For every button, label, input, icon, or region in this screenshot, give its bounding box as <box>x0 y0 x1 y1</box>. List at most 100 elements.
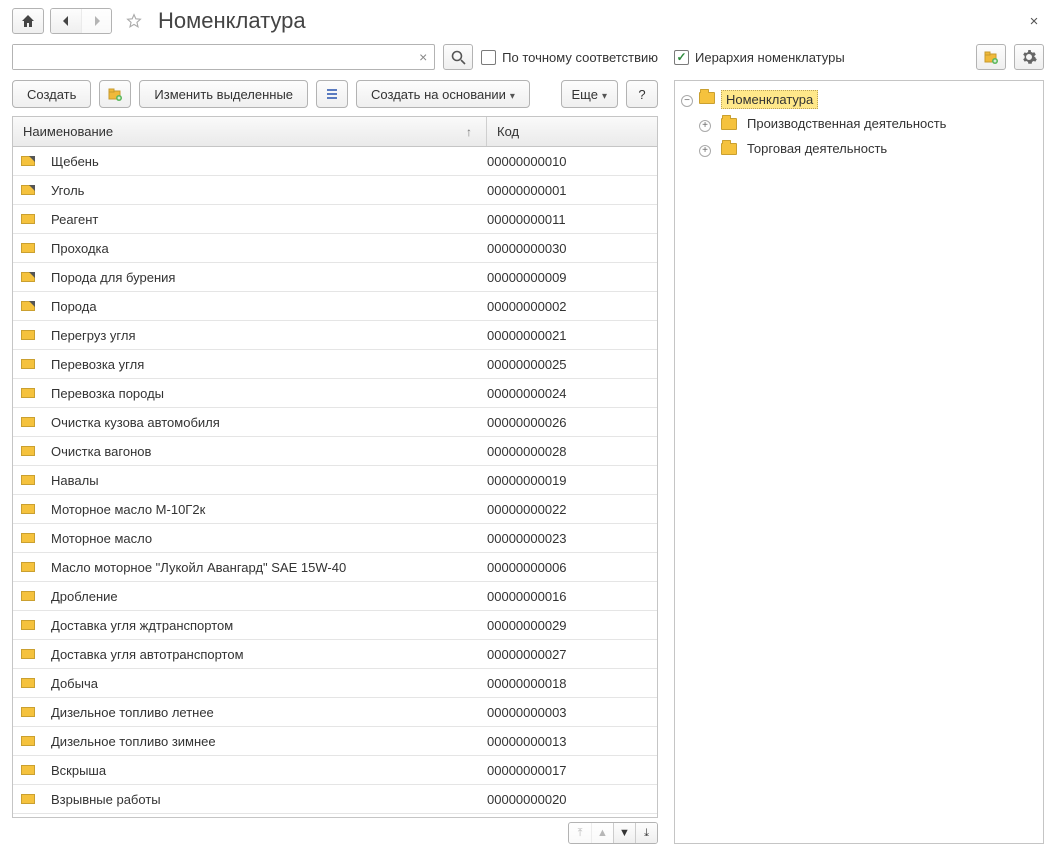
table-row[interactable]: Моторное масло М-10Г2к00000000022 <box>13 495 657 524</box>
table-row[interactable]: Проходка00000000030 <box>13 234 657 263</box>
tree-node-child[interactable]: Производственная деятельность <box>679 111 952 136</box>
expand-icon[interactable] <box>699 145 711 157</box>
arrow-left-icon <box>58 13 74 29</box>
list-mode-button[interactable] <box>316 80 348 108</box>
item-icon <box>21 272 35 282</box>
table-row[interactable]: Вскрыша00000000017 <box>13 756 657 785</box>
favorite-button[interactable] <box>122 9 146 33</box>
table-row[interactable]: Взрывные работы00000000020 <box>13 785 657 814</box>
create-folder-button[interactable] <box>99 80 131 108</box>
table-row[interactable]: Очистка вагонов00000000028 <box>13 437 657 466</box>
create-button[interactable]: Создать <box>12 80 91 108</box>
col-header-name[interactable]: Наименование ↑ <box>13 117 487 146</box>
item-icon <box>21 156 35 166</box>
create-label: Создать <box>27 87 76 102</box>
edit-selected-button[interactable]: Изменить выделенные <box>139 80 308 108</box>
row-name: Доставка угля автотранспортом <box>43 647 487 662</box>
table-row[interactable]: Дизельное топливо летнее00000000003 <box>13 698 657 727</box>
row-code: 00000000011 <box>487 212 657 227</box>
table-row[interactable]: Навалы00000000019 <box>13 466 657 495</box>
row-code: 00000000028 <box>487 444 657 459</box>
col-header-code[interactable]: Код <box>487 117 657 146</box>
row-name: Дробление <box>43 589 487 604</box>
table-row[interactable]: Щебень00000000010 <box>13 147 657 176</box>
search-button[interactable] <box>443 44 473 70</box>
sort-indicator-icon: ↑ <box>466 125 476 139</box>
item-icon <box>21 794 35 804</box>
collapse-icon[interactable] <box>681 95 693 107</box>
row-name: Навалы <box>43 473 487 488</box>
table-row[interactable]: Порода для бурения00000000009 <box>13 263 657 292</box>
edit-selected-label: Изменить выделенные <box>154 87 293 102</box>
row-name: Моторное масло <box>43 531 487 546</box>
row-name: Моторное масло М-10Г2к <box>43 502 487 517</box>
item-icon <box>21 562 35 572</box>
exact-match-checkbox[interactable]: По точному соответствию <box>481 50 658 65</box>
folder-icon <box>721 143 737 155</box>
row-name: Очистка кузова автомобиля <box>43 415 487 430</box>
table-row[interactable]: Масло моторное "Лукойл Авангард" SAE 15W… <box>13 553 657 582</box>
hierarchy-checkbox[interactable]: Иерархия номенклатуры <box>674 50 845 65</box>
scroll-down-button[interactable]: ▼ <box>613 823 635 843</box>
forward-button <box>81 9 111 33</box>
table-row[interactable]: Перевозка угля00000000025 <box>13 350 657 379</box>
row-code: 00000000023 <box>487 531 657 546</box>
table-row[interactable]: Порода00000000002 <box>13 292 657 321</box>
tree-node-child[interactable]: Торговая деятельность <box>679 136 952 161</box>
tree-node-root[interactable]: Номенклатура <box>679 87 952 111</box>
row-code: 00000000006 <box>487 560 657 575</box>
tree-root-label[interactable]: Номенклатура <box>721 90 818 109</box>
item-icon <box>21 736 35 746</box>
row-code: 00000000026 <box>487 415 657 430</box>
search-input[interactable] <box>13 45 412 69</box>
table-row[interactable]: Перевозка породы00000000024 <box>13 379 657 408</box>
item-icon <box>21 330 35 340</box>
home-button[interactable] <box>12 8 44 34</box>
table-row[interactable]: Добыча00000000018 <box>13 669 657 698</box>
clear-search-button[interactable]: × <box>412 49 434 65</box>
row-code: 00000000027 <box>487 647 657 662</box>
page-title: Номенклатура <box>158 8 1018 34</box>
table-row[interactable]: Доставка угля ждтранспортом00000000029 <box>13 611 657 640</box>
row-name: Проходка <box>43 241 487 256</box>
row-code: 00000000021 <box>487 328 657 343</box>
row-code: 00000000029 <box>487 618 657 633</box>
item-icon <box>21 678 35 688</box>
settings-button[interactable] <box>1014 44 1044 70</box>
new-tree-folder-button[interactable] <box>976 44 1006 70</box>
row-name: Порода для бурения <box>43 270 487 285</box>
table-row[interactable]: Дробление00000000016 <box>13 582 657 611</box>
row-name: Перегруз угля <box>43 328 487 343</box>
item-icon <box>21 359 35 369</box>
table-row[interactable]: Дизельное топливо зимнее00000000013 <box>13 727 657 756</box>
create-from-button[interactable]: Создать на основании <box>356 80 530 108</box>
table-row[interactable]: Реагент00000000011 <box>13 205 657 234</box>
row-code: 00000000001 <box>487 183 657 198</box>
item-icon <box>21 417 35 427</box>
item-icon <box>21 243 35 253</box>
table-row[interactable]: Очистка кузова автомобиля00000000026 <box>13 408 657 437</box>
tree-child-label[interactable]: Производственная деятельность <box>743 115 950 132</box>
row-name: Очистка вагонов <box>43 444 487 459</box>
item-icon <box>21 446 35 456</box>
folder-icon <box>699 92 715 104</box>
back-button[interactable] <box>51 9 81 33</box>
table-row[interactable]: Моторное масло00000000023 <box>13 524 657 553</box>
gear-icon <box>1021 49 1037 65</box>
table-row[interactable]: Уголь00000000001 <box>13 176 657 205</box>
row-code: 00000000030 <box>487 241 657 256</box>
row-code: 00000000024 <box>487 386 657 401</box>
row-code: 00000000022 <box>487 502 657 517</box>
scroll-bottom-button[interactable]: ⤓ <box>635 823 657 843</box>
tree-child-label[interactable]: Торговая деятельность <box>743 140 891 157</box>
table-scroll-nav: ⤒ ▲ ▼ ⤓ <box>568 822 658 844</box>
star-icon <box>126 13 142 29</box>
close-button[interactable]: × <box>1024 13 1044 30</box>
help-button[interactable]: ? <box>626 80 658 108</box>
table-row[interactable]: Перегруз угля00000000021 <box>13 321 657 350</box>
item-icon <box>21 765 35 775</box>
table-row[interactable]: Доставка угля автотранспортом00000000027 <box>13 640 657 669</box>
row-name: Перевозка породы <box>43 386 487 401</box>
more-button[interactable]: Еще <box>561 80 618 108</box>
expand-icon[interactable] <box>699 120 711 132</box>
